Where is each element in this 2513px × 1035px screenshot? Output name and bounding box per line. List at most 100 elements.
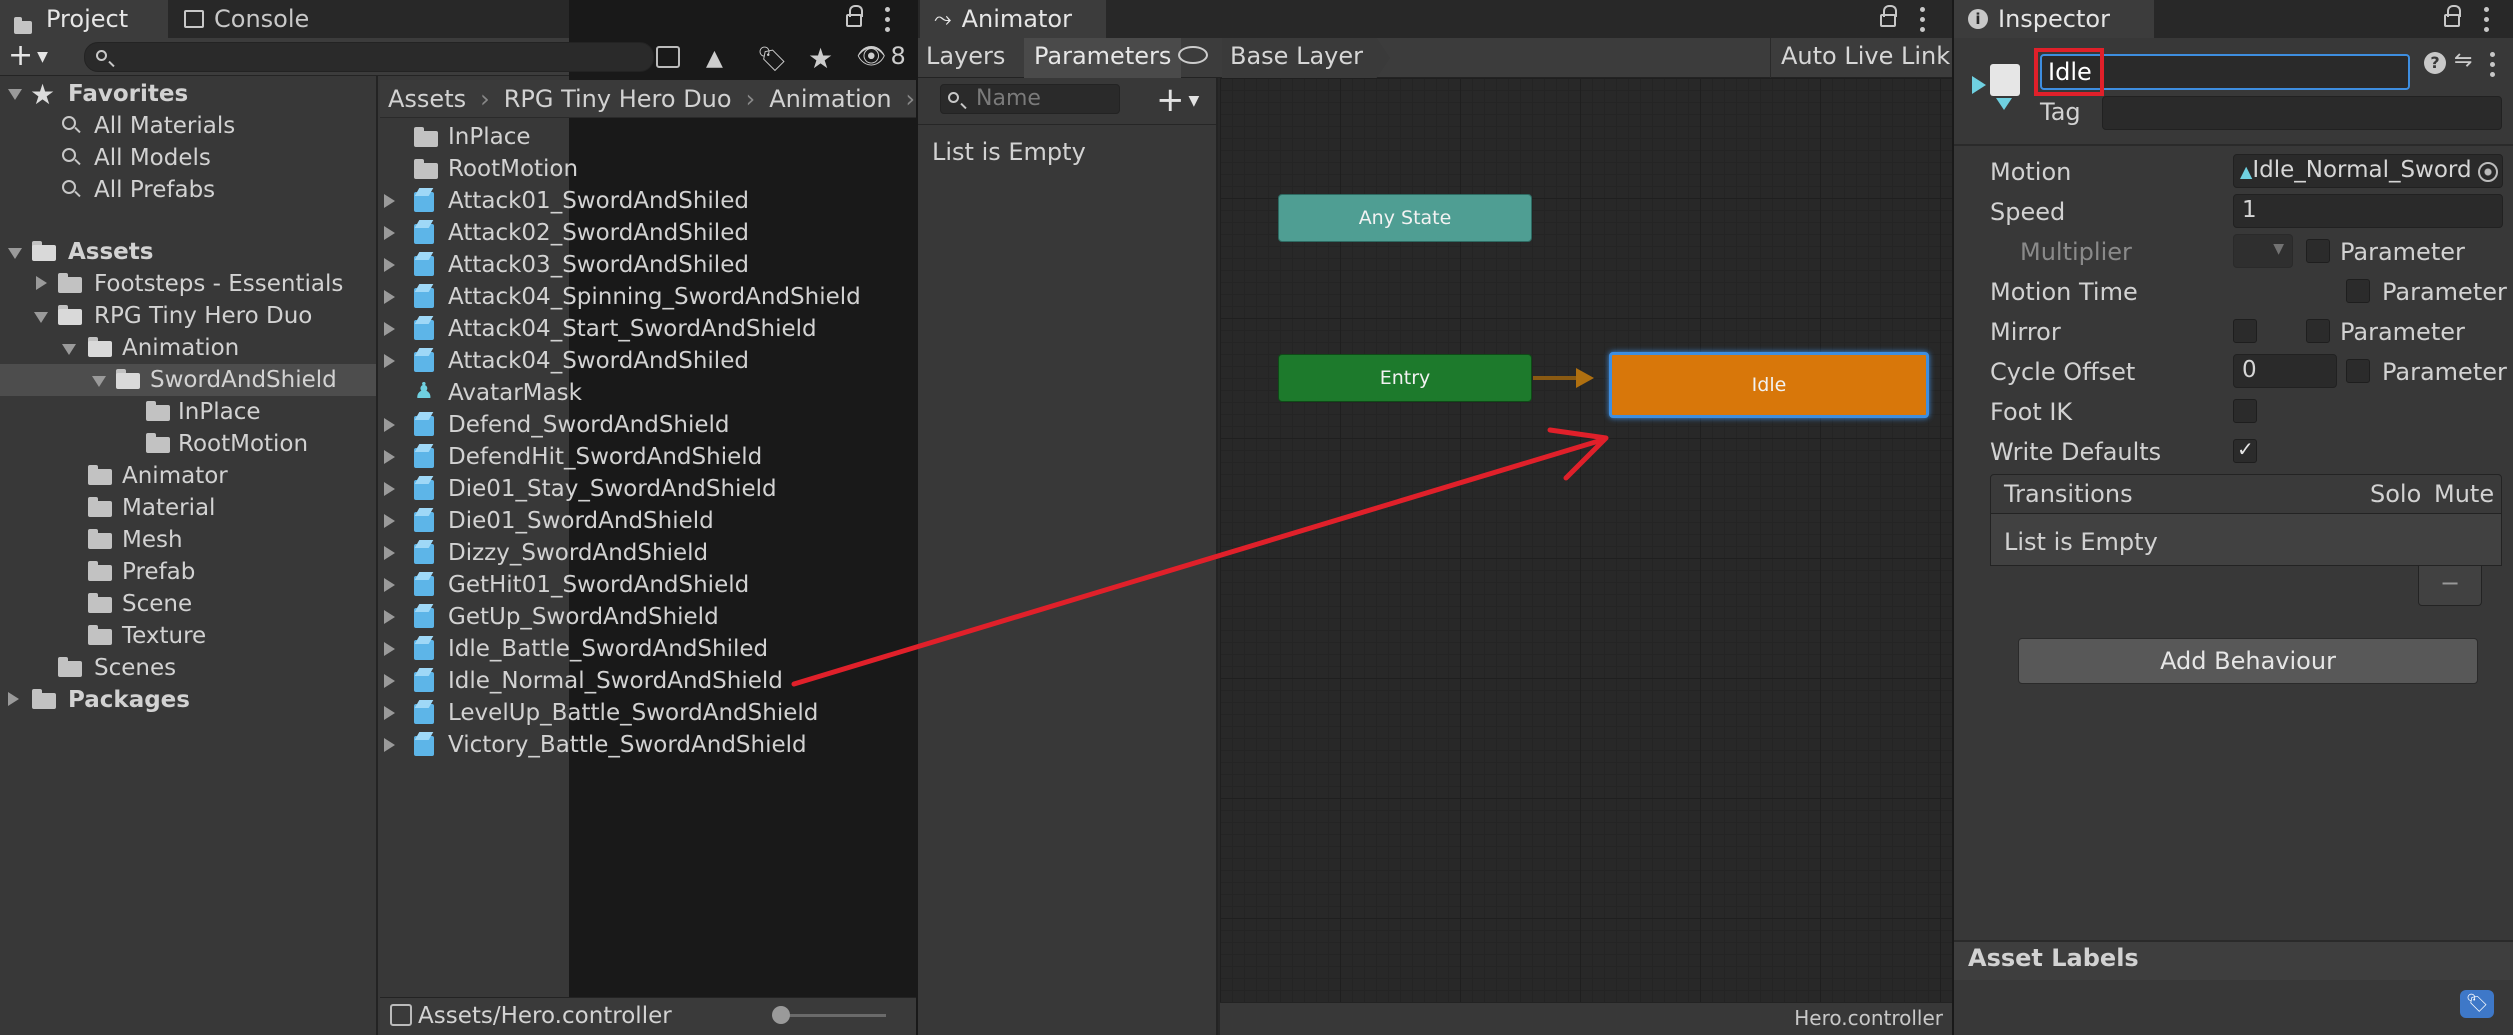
tab-layers[interactable]: Layers: [926, 42, 1005, 70]
file-list-item[interactable]: Idle_Normal_SwordAndShield: [448, 665, 783, 697]
cycle-offset-parameter-checkbox[interactable]: [2346, 359, 2370, 383]
file-list-item[interactable]: LevelUp_Battle_SwordAndShield: [448, 697, 818, 729]
collapsed-arrow-icon[interactable]: [384, 290, 395, 304]
favorite-star-icon[interactable]: ★: [808, 42, 833, 75]
write-defaults-checkbox[interactable]: ✓: [2233, 437, 2257, 463]
expand-arrow-icon[interactable]: [8, 89, 22, 100]
favorite-item[interactable]: All Materials: [94, 110, 235, 142]
mirror-parameter-checkbox[interactable]: [2306, 319, 2330, 343]
tree-item[interactable]: Prefab: [122, 556, 195, 588]
tab-parameters[interactable]: Parameters: [1024, 38, 1182, 78]
transition-arrow[interactable]: [1533, 376, 1581, 380]
expand-arrow-icon[interactable]: [62, 344, 76, 355]
file-list-item[interactable]: Attack04_Spinning_SwordAndShield: [448, 281, 861, 313]
file-list-item[interactable]: RootMotion: [448, 153, 578, 185]
file-list-item[interactable]: Attack04_Start_SwordAndShield: [448, 313, 817, 345]
tree-item[interactable]: Mesh: [122, 524, 183, 556]
collapsed-arrow-icon[interactable]: [8, 692, 19, 706]
collapsed-arrow-icon[interactable]: [384, 738, 395, 752]
help-icon[interactable]: ?: [2424, 52, 2446, 74]
add-asset-button[interactable]: + ▼: [8, 41, 60, 72]
tab-inspector[interactable]: i Inspector: [1954, 0, 2154, 38]
file-list-item[interactable]: Defend_SwordAndShield: [448, 409, 730, 441]
file-list-item[interactable]: Attack02_SwordAndShiled: [448, 217, 749, 249]
expand-arrow-icon[interactable]: [34, 312, 48, 323]
slider-handle[interactable]: [772, 1006, 790, 1024]
file-list-item[interactable]: Idle_Battle_SwordAndShiled: [448, 633, 768, 665]
foot-ik-checkbox[interactable]: [2233, 399, 2257, 423]
search-by-type-icon[interactable]: [656, 46, 680, 68]
collapsed-arrow-icon[interactable]: [384, 610, 395, 624]
add-behaviour-button[interactable]: Add Behaviour: [2018, 638, 2478, 684]
tree-item-packages[interactable]: Packages: [68, 684, 190, 716]
icon-size-slider[interactable]: [778, 1014, 886, 1017]
tree-item[interactable]: RPG Tiny Hero Duo: [94, 300, 312, 332]
asset-label-tag-icon[interactable]: 🏷: [2460, 990, 2494, 1018]
tree-item[interactable]: Material: [122, 492, 215, 524]
animator-lock-icon[interactable]: [1880, 5, 1897, 27]
tree-item[interactable]: RootMotion: [178, 428, 308, 460]
collapsed-arrow-icon[interactable]: [384, 578, 395, 592]
expand-arrow-icon[interactable]: [8, 248, 22, 259]
file-list-item[interactable]: Victory_Battle_SwordAndShield: [448, 729, 807, 761]
favorites-header[interactable]: Favorites: [68, 78, 188, 110]
tree-item[interactable]: InPlace: [178, 396, 261, 428]
favorite-item[interactable]: All Prefabs: [94, 174, 215, 206]
collapsed-arrow-icon[interactable]: [384, 194, 395, 208]
collapsed-arrow-icon[interactable]: [384, 418, 395, 432]
remove-transition-button[interactable]: −: [2418, 566, 2482, 606]
tree-item-selected[interactable]: SwordAndShield: [150, 364, 337, 396]
hidden-packages-toggle[interactable]: 👁 8: [856, 42, 906, 70]
cycle-offset-field[interactable]: 0: [2233, 354, 2337, 388]
collapsed-arrow-icon[interactable]: [384, 258, 395, 272]
inspector-lock-icon[interactable]: [2444, 5, 2461, 27]
mirror-checkbox[interactable]: [2233, 319, 2257, 343]
favorite-item[interactable]: All Models: [94, 142, 211, 174]
file-list-item[interactable]: Attack04_SwordAndShiled: [448, 345, 749, 377]
file-list-item[interactable]: Die01_Stay_SwordAndShield: [448, 473, 777, 505]
file-list-item[interactable]: Attack03_SwordAndShiled: [448, 249, 749, 281]
multiplier-dropdown[interactable]: ▼: [2233, 234, 2293, 268]
tab-project[interactable]: Project: [0, 0, 168, 38]
eye-icon[interactable]: [1178, 46, 1208, 64]
file-list-item[interactable]: AvatarMask: [448, 377, 582, 409]
project-search-input[interactable]: [84, 42, 654, 72]
collapsed-arrow-icon[interactable]: [36, 276, 47, 290]
file-list-item[interactable]: Attack01_SwordAndShiled: [448, 185, 749, 217]
add-parameter-button[interactable]: + ▼: [1156, 80, 1199, 120]
collapsed-arrow-icon[interactable]: [384, 514, 395, 528]
tab-console[interactable]: Console: [170, 0, 330, 38]
breadcrumb-item[interactable]: Animation: [769, 85, 891, 113]
tree-item[interactable]: Texture: [122, 620, 206, 652]
inspector-menu-icon[interactable]: [2484, 7, 2490, 33]
file-list-item[interactable]: DefendHit_SwordAndShield: [448, 441, 762, 473]
collapsed-arrow-icon[interactable]: [384, 354, 395, 368]
tree-item[interactable]: Animation: [122, 332, 239, 364]
motion-time-parameter-checkbox[interactable]: [2346, 279, 2370, 303]
collapsed-arrow-icon[interactable]: [384, 322, 395, 336]
collapsed-arrow-icon[interactable]: [384, 706, 395, 720]
tree-item[interactable]: Scene: [122, 588, 192, 620]
auto-live-link-button[interactable]: Auto Live Link: [1770, 38, 1960, 78]
breadcrumb-item[interactable]: Assets: [388, 85, 466, 113]
speed-field[interactable]: 1: [2233, 194, 2503, 228]
object-picker-icon[interactable]: [2478, 162, 2498, 182]
tree-item[interactable]: Footsteps - Essentials: [94, 268, 343, 300]
tag-field[interactable]: [2102, 96, 2502, 130]
file-list-item[interactable]: GetUp_SwordAndShield: [448, 601, 719, 633]
collapsed-arrow-icon[interactable]: [384, 450, 395, 464]
project-menu-icon[interactable]: [885, 7, 891, 33]
state-any-state[interactable]: Any State: [1278, 194, 1532, 242]
animator-menu-icon[interactable]: [1920, 7, 1926, 33]
collapsed-arrow-icon[interactable]: [384, 482, 395, 496]
tree-item[interactable]: Scenes: [94, 652, 176, 684]
collapsed-arrow-icon[interactable]: [384, 642, 395, 656]
filter-label-icon[interactable]: 🏷: [757, 45, 787, 73]
preset-icon[interactable]: ⇋: [2454, 48, 2472, 73]
file-list-item[interactable]: GetHit01_SwordAndShield: [448, 569, 749, 601]
file-list-item[interactable]: Dizzy_SwordAndShield: [448, 537, 708, 569]
file-list-item[interactable]: InPlace: [448, 121, 531, 153]
collapsed-arrow-icon[interactable]: [384, 546, 395, 560]
file-list-item[interactable]: Die01_SwordAndShield: [448, 505, 714, 537]
tree-item[interactable]: Animator: [122, 460, 228, 492]
